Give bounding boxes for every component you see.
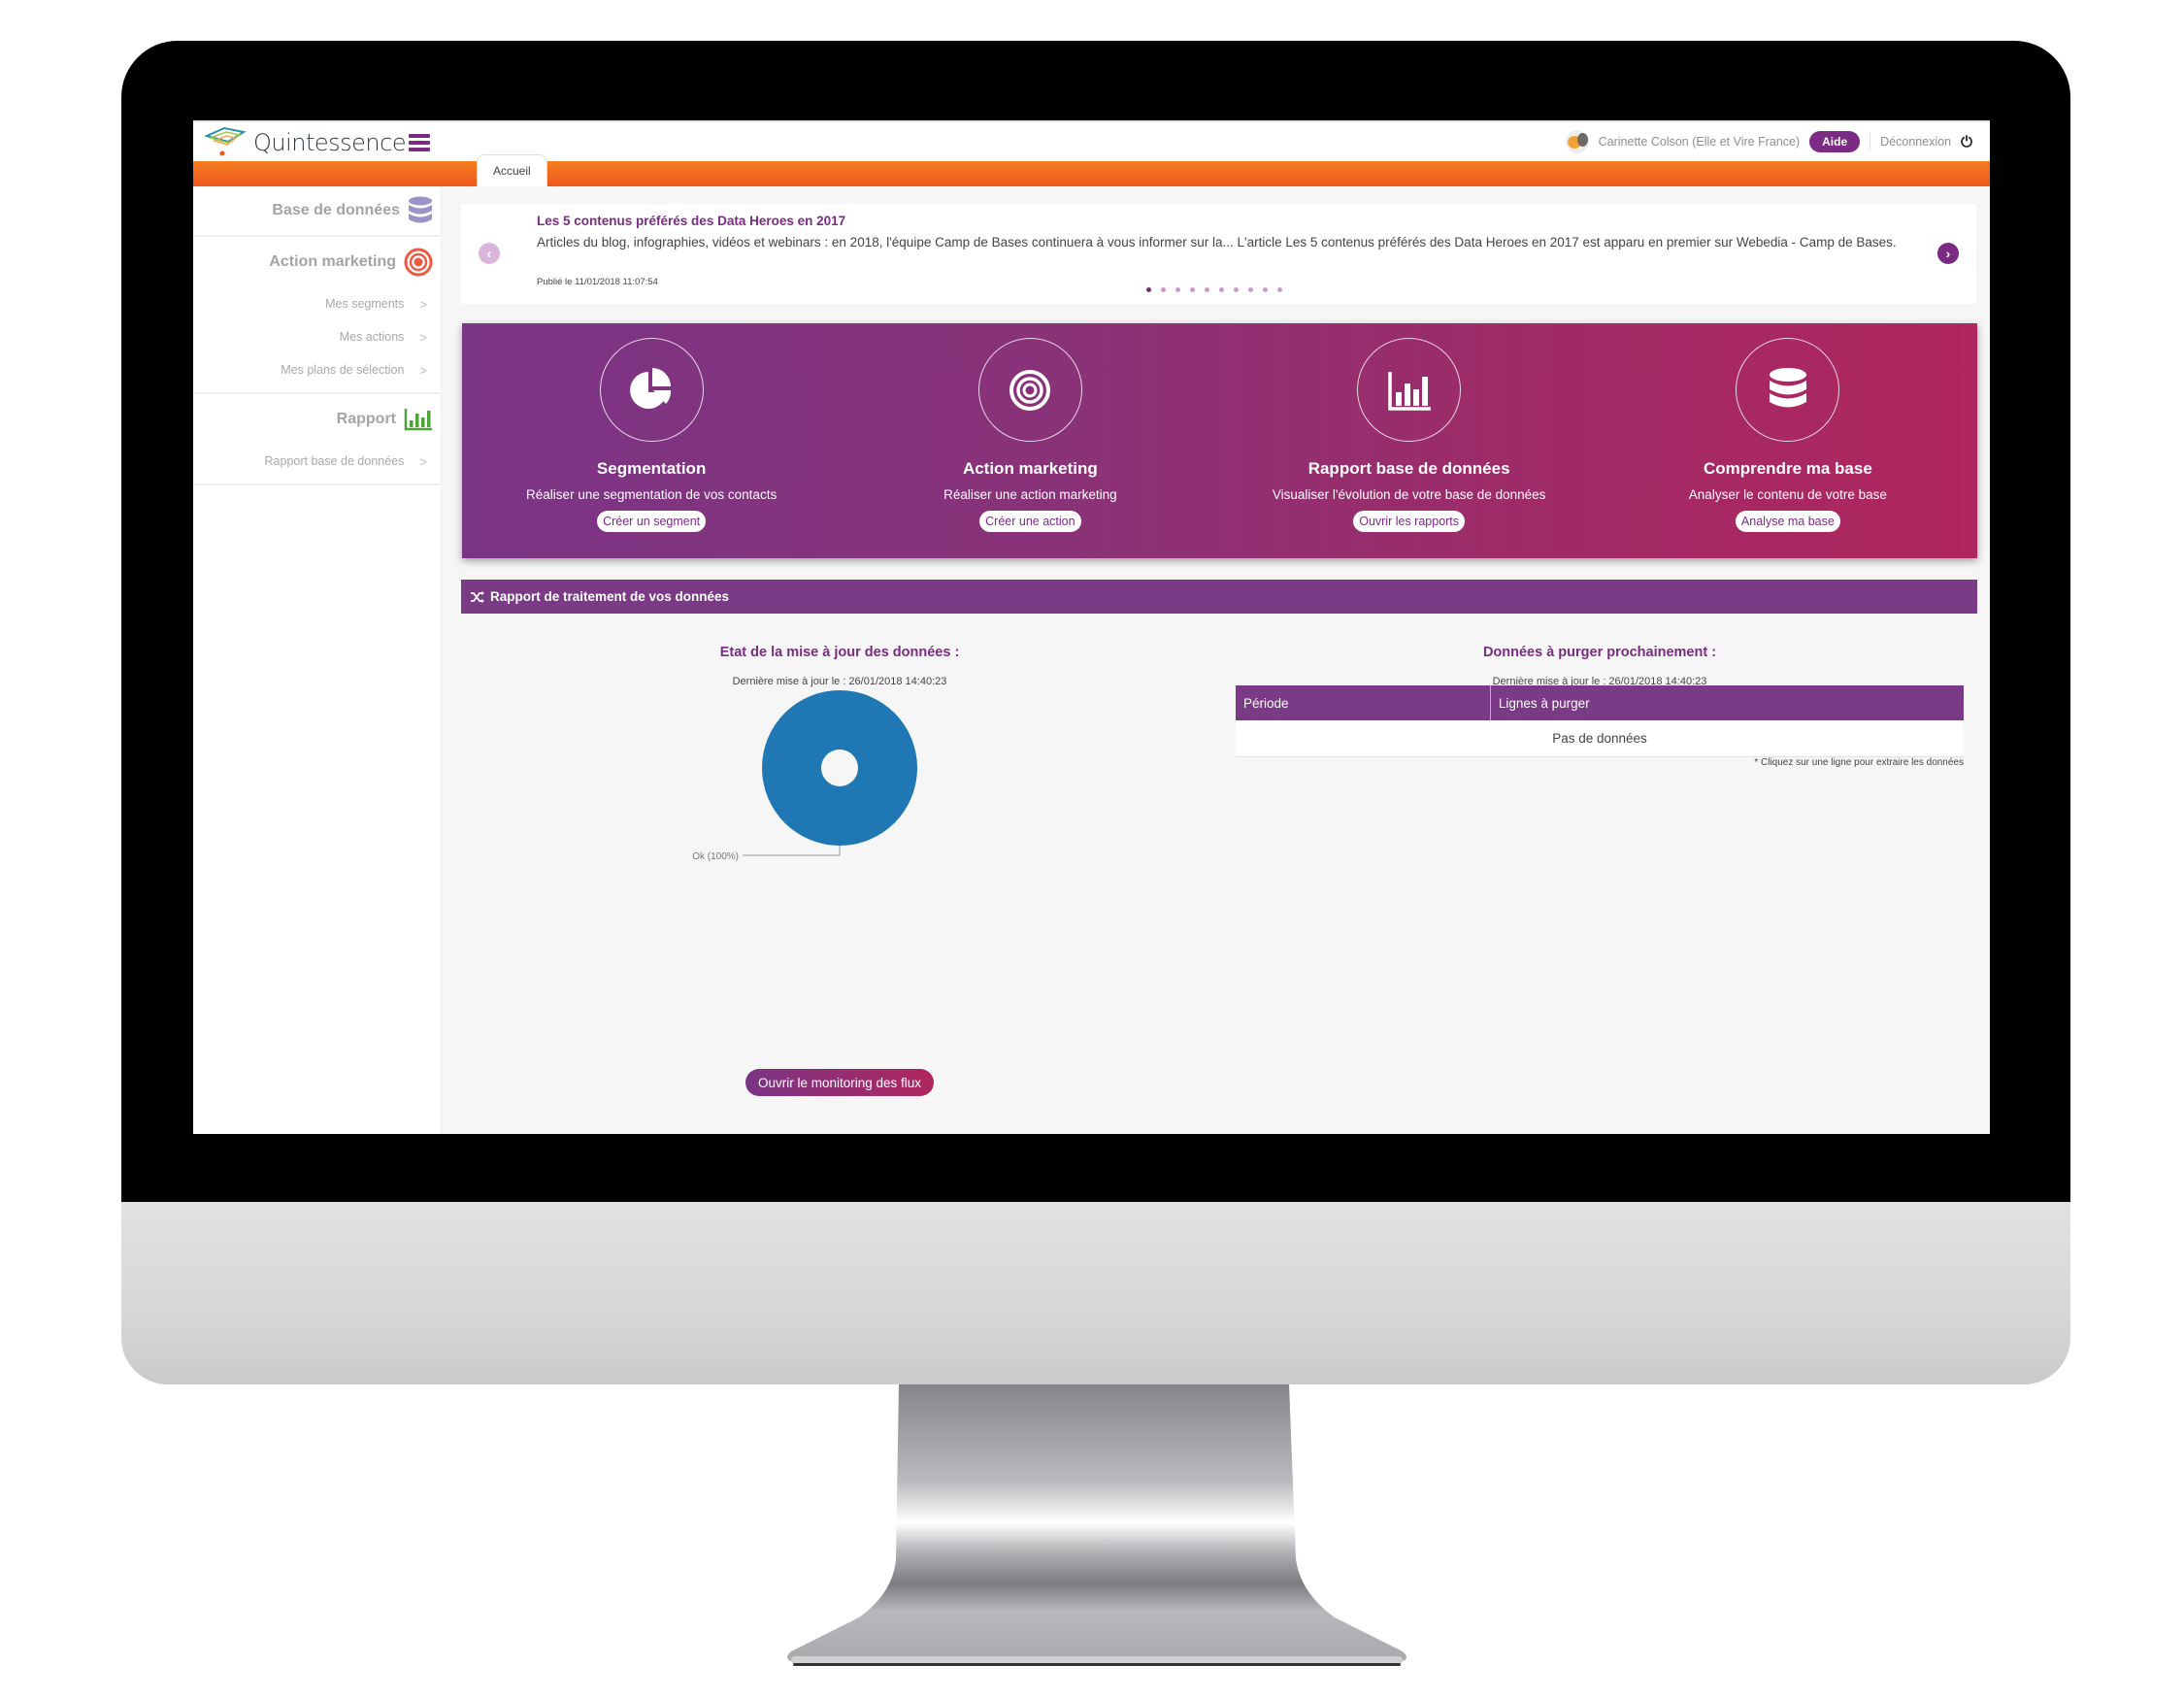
feature-title: Rapport base de données <box>1307 459 1510 478</box>
feature-title: Comprendre ma base <box>1703 459 1872 478</box>
feature-card-rapport: Rapport base de données Visualiser l'évo… <box>1220 323 1599 558</box>
sidebar-item-base-de-donnees[interactable]: Base de données <box>193 186 441 237</box>
analyse-base-button[interactable]: Analyse ma base <box>1735 511 1840 532</box>
user-area: Carinette Colson (Elle et Vire France) A… <box>1565 130 1972 153</box>
sidebar-item-mes-segments[interactable]: Mes segments > <box>193 287 441 320</box>
logout-link[interactable]: Déconnexion <box>1880 135 1951 149</box>
news-carousel: ‹ Les 5 contenus préférés des Data Heroe… <box>461 204 1976 304</box>
database-icon <box>409 196 432 223</box>
create-segment-button[interactable]: Créer un segment <box>597 511 707 532</box>
table-row-empty: Pas de données <box>1236 720 1964 757</box>
carousel-dot[interactable] <box>1263 287 1268 292</box>
chevron-right-icon: > <box>419 453 427 469</box>
feature-card-action-marketing: Action marketing Réaliser une action mar… <box>841 323 1219 558</box>
feature-title: Action marketing <box>962 459 1098 478</box>
feature-title: Segmentation <box>596 459 707 478</box>
brand-name: Quintessence <box>253 129 407 156</box>
purge-title: Données à purger prochainement : <box>1482 645 1717 660</box>
carousel-dot[interactable] <box>1219 287 1224 292</box>
carousel-dot[interactable] <box>1161 287 1166 292</box>
chevron-right-icon: > <box>419 362 427 378</box>
power-icon[interactable]: ⏻ <box>1961 134 1972 150</box>
feature-description: Analyser le contenu de votre base <box>1688 487 1887 502</box>
bar-chart-icon <box>1387 371 1431 411</box>
column-header-lignes-a-purger[interactable]: Lignes à purger <box>1490 685 1964 720</box>
feature-description: Réaliser une segmentation de vos contact… <box>526 487 778 502</box>
sidebar-item-label: Mes segments <box>325 297 405 311</box>
sidebar-submenu: Mes segments > Mes actions > Mes plans d… <box>193 287 441 394</box>
empty-message: Pas de données <box>1236 720 1964 757</box>
carousel-dot[interactable] <box>1234 287 1239 292</box>
sidebar: Base de données Action marketing Mes seg… <box>193 186 442 1134</box>
open-flux-monitoring-button[interactable]: Ouvrir le monitoring des flux <box>745 1069 934 1096</box>
column-header-periode[interactable]: Période <box>1236 685 1491 720</box>
carousel-next-button[interactable]: › <box>1937 243 1959 264</box>
donut-chart: Ok (100%) <box>692 690 917 862</box>
sidebar-item-rapport[interactable]: Rapport <box>193 394 441 445</box>
feature-card-segmentation: Segmentation Réaliser une segmentation d… <box>462 323 841 558</box>
feature-card-comprendre-ma-base: Comprendre ma base Analyser le contenu d… <box>1599 323 1977 558</box>
chevron-right-icon: > <box>419 329 427 345</box>
sidebar-item-mes-actions[interactable]: Mes actions > <box>193 320 441 353</box>
target-icon <box>404 248 433 277</box>
carousel-dot[interactable] <box>1146 287 1151 292</box>
database-icon <box>1769 367 1806 407</box>
news-body: Articles du blog, infographies, vidéos e… <box>537 235 1897 250</box>
user-name: Carinette Colson (Elle et Vire France) <box>1598 135 1801 149</box>
feature-banner: Segmentation Réaliser une segmentation d… <box>462 323 1977 558</box>
feature-icon-circle <box>977 338 1082 442</box>
donut-slice[interactable] <box>762 690 917 846</box>
shuffle-icon <box>471 590 484 603</box>
sidebar-item-label: Rapport base de données <box>264 454 405 468</box>
update-state-panel: Etat de la mise à jour des données : Der… <box>461 635 1218 1096</box>
create-action-button[interactable]: Créer une action <box>979 511 1081 532</box>
news-date: Publié le 11/01/2018 11:07:54 <box>537 277 658 287</box>
sidebar-submenu: Rapport base de données > <box>193 445 441 485</box>
carousel-dot[interactable] <box>1190 287 1195 292</box>
carousel-dot[interactable] <box>1277 287 1282 292</box>
user-avatar <box>1565 130 1589 153</box>
logo-icon <box>204 126 247 156</box>
orange-tab-bar <box>193 161 1990 186</box>
bar-chart-icon <box>404 409 432 431</box>
chevron-right-icon: > <box>419 296 427 312</box>
sidebar-item-action-marketing[interactable]: Action marketing <box>193 237 441 287</box>
feature-icon-circle <box>1357 338 1462 442</box>
target-icon <box>1009 369 1051 411</box>
open-reports-button[interactable]: Ouvrir les rapports <box>1353 511 1466 532</box>
carousel-dot[interactable] <box>1175 287 1180 292</box>
purge-note: * Cliquez sur une ligne pour extraire le… <box>1754 757 1964 768</box>
menu-toggle-button[interactable] <box>409 134 430 151</box>
feature-description: Visualiser l'évolution de votre base de … <box>1272 487 1546 502</box>
news-title[interactable]: Les 5 contenus préférés des Data Heroes … <box>537 214 845 228</box>
help-button[interactable]: Aide <box>1809 131 1861 152</box>
sidebar-item-mes-plans-de-selection[interactable]: Mes plans de sélection > <box>193 353 441 386</box>
feature-icon-circle <box>1736 338 1840 442</box>
carousel-dot[interactable] <box>1248 287 1253 292</box>
tab-accueil[interactable]: Accueil <box>477 154 547 186</box>
monitor-stand <box>787 1384 1406 1666</box>
report-section-title: Rapport de traitement de vos données <box>490 589 730 604</box>
pie-chart-icon <box>630 367 672 409</box>
logo[interactable]: Quintessence <box>203 126 407 159</box>
purge-table: Période Lignes à purger Pas de données <box>1236 685 1964 757</box>
carousel-prev-button[interactable]: ‹ <box>479 243 500 264</box>
purge-panel: Données à purger prochainement : Dernièr… <box>1236 635 1964 829</box>
feature-description: Réaliser une action marketing <box>943 487 1117 502</box>
sidebar-item-rapport-base-de-donnees[interactable]: Rapport base de données > <box>193 445 441 478</box>
report-section-header: Rapport de traitement de vos données <box>461 580 1977 614</box>
sidebar-section-label: Action marketing <box>269 253 396 270</box>
slice-leader-line <box>743 846 841 856</box>
sidebar-item-label: Mes plans de sélection <box>281 363 405 377</box>
carousel-dot[interactable] <box>1205 287 1209 292</box>
sidebar-item-label: Mes actions <box>339 330 405 344</box>
sidebar-section-label: Base de données <box>272 202 400 218</box>
sidebar-section-label: Rapport <box>336 411 396 427</box>
app-screen: Quintessence Carinette Colson (Elle et V… <box>193 120 1990 1134</box>
feature-icon-circle <box>599 338 704 442</box>
top-bar: Quintessence Carinette Colson (Elle et V… <box>193 120 1990 161</box>
slice-label: Ok (100%) <box>692 851 739 862</box>
carousel-indicators <box>1146 287 1282 292</box>
monitor-chin <box>121 1202 2070 1384</box>
